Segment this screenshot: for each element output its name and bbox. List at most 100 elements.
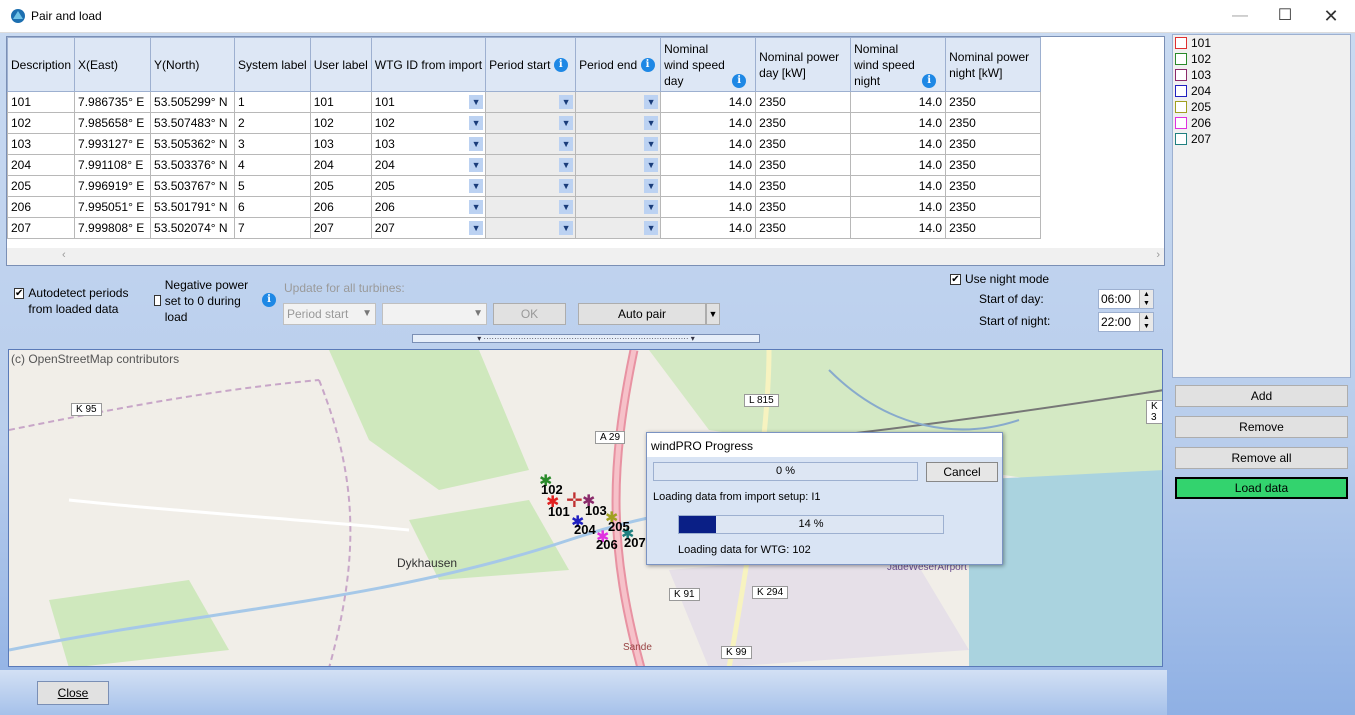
maximize-button[interactable]: ☐ <box>1262 0 1308 33</box>
cell-period-start[interactable]: ▼ <box>485 217 577 239</box>
chevron-down-icon[interactable]: ▼ <box>469 116 484 130</box>
cell-power-night[interactable]: 2350 <box>945 133 1042 155</box>
cell-user-label[interactable]: 101 <box>309 91 372 113</box>
info-icon[interactable]: i <box>262 293 276 307</box>
chevron-down-icon[interactable]: ▼ <box>469 95 484 109</box>
splitter-handle[interactable]: ▾ ······································… <box>412 334 760 343</box>
cell-speed-night[interactable]: 14.0 <box>850 217 947 239</box>
cell-user-label[interactable]: 204 <box>309 154 372 176</box>
cell-power-day[interactable]: 2350 <box>755 175 852 197</box>
cell-user-label[interactable]: 206 <box>309 196 372 218</box>
turbine-list[interactable]: 101 102 103 204 205 206 207 <box>1172 34 1351 378</box>
chevron-down-icon[interactable]: ▼ <box>644 179 659 193</box>
autodetect-checkbox[interactable]: ✔ Autodetect periods from loaded data <box>14 285 149 317</box>
scroll-left-icon[interactable]: ‹ <box>62 249 66 261</box>
col-period-end[interactable]: Period end i <box>575 37 662 92</box>
cell-description[interactable]: 103 <box>6 133 76 155</box>
cell-description[interactable]: 102 <box>6 112 76 134</box>
table-row[interactable]: 205 7.996919° E 53.503767° N 5 205 205 ▼ ▼ ▼ 14.0… <box>6 175 1042 197</box>
chevron-down-icon[interactable]: ▼ <box>559 200 574 214</box>
ok-button[interactable]: OK <box>493 303 566 325</box>
chevron-down-icon[interactable]: ▼ <box>469 179 484 193</box>
cell-speed-night[interactable]: 14.0 <box>850 196 947 218</box>
chevron-down-icon[interactable]: ▼ <box>559 179 574 193</box>
col-period-start[interactable]: Period start i <box>485 37 577 92</box>
chevron-down-icon[interactable]: ▼ <box>644 221 659 235</box>
cell-speed-day[interactable]: 14.0 <box>660 217 757 239</box>
cell-speed-day[interactable]: 14.0 <box>660 154 757 176</box>
chevron-down-icon[interactable]: ▼ <box>469 221 484 235</box>
close-button[interactable]: Close <box>37 681 109 705</box>
cell-user-label[interactable]: 205 <box>309 175 372 197</box>
cancel-button[interactable]: Cancel <box>926 462 998 482</box>
table-row[interactable]: 103 7.993127° E 53.505362° N 3 103 103 ▼ ▼ ▼ 14.0… <box>6 133 1042 155</box>
cell-system-label[interactable]: 4 <box>234 154 311 176</box>
cell-speed-night[interactable]: 14.0 <box>850 175 947 197</box>
cell-wtg-id[interactable]: 102 ▼ <box>370 112 487 134</box>
cell-power-day[interactable]: 2350 <box>755 112 852 134</box>
night-mode-checkbox[interactable]: ✔ Use night mode <box>950 271 1049 287</box>
cell-x-east[interactable]: 7.986735° E <box>74 91 152 113</box>
col-system-label[interactable]: System label <box>234 37 311 92</box>
info-icon[interactable]: i <box>553 58 568 73</box>
cell-period-end[interactable]: ▼ <box>575 217 662 239</box>
start-night-spinner[interactable]: 22:00 ▲ ▼ <box>1098 312 1154 332</box>
remove-all-button[interactable]: Remove all <box>1175 447 1348 469</box>
chevron-down-icon[interactable]: ▼ <box>559 137 574 151</box>
cell-user-label[interactable]: 102 <box>309 112 372 134</box>
cell-period-end[interactable]: ▼ <box>575 133 662 155</box>
info-icon[interactable]: i <box>640 58 655 73</box>
table-row[interactable]: 206 7.995051° E 53.501791° N 6 206 206 ▼ ▼ ▼ 14.0… <box>6 196 1042 218</box>
cell-period-start[interactable]: ▼ <box>485 133 577 155</box>
cell-wtg-id[interactable]: 101 ▼ <box>370 91 487 113</box>
cell-power-night[interactable]: 2350 <box>945 196 1042 218</box>
cell-speed-day[interactable]: 14.0 <box>660 112 757 134</box>
cell-period-start[interactable]: ▼ <box>485 91 577 113</box>
cell-y-north[interactable]: 53.507483° N <box>150 112 236 134</box>
chevron-down-icon[interactable]: ▼ <box>469 158 484 172</box>
chevron-down-icon[interactable]: ▼ <box>644 116 659 130</box>
negative-power-checkbox[interactable]: Negative power set to 0 during load <box>154 277 264 325</box>
chevron-down-icon[interactable]: ▼ <box>469 137 484 151</box>
cell-y-north[interactable]: 53.501791° N <box>150 196 236 218</box>
autodetect-box[interactable]: ✔ <box>14 288 25 299</box>
chevron-down-icon[interactable]: ▼ <box>559 116 574 130</box>
cell-x-east[interactable]: 7.993127° E <box>74 133 152 155</box>
cell-x-east[interactable]: 7.991108° E <box>74 154 152 176</box>
cell-user-label[interactable]: 207 <box>309 217 372 239</box>
cell-description[interactable]: 101 <box>6 91 76 113</box>
cell-system-label[interactable]: 3 <box>234 133 311 155</box>
table-row[interactable]: 204 7.991108° E 53.503376° N 4 204 204 ▼ ▼ ▼ 14.0… <box>6 154 1042 176</box>
cell-period-end[interactable]: ▼ <box>575 175 662 197</box>
list-item[interactable]: 204 <box>1173 83 1350 99</box>
list-item[interactable]: 205 <box>1173 99 1350 115</box>
cell-power-night[interactable]: 2350 <box>945 217 1042 239</box>
table-row[interactable]: 102 7.985658° E 53.507483° N 2 102 102 ▼ ▼ ▼ 14.0… <box>6 112 1042 134</box>
cell-speed-day[interactable]: 14.0 <box>660 196 757 218</box>
col-speed-night[interactable]: Nominal wind speed night i <box>850 37 947 92</box>
col-power-night[interactable]: Nominal power night [kW] <box>945 37 1042 92</box>
cell-speed-night[interactable]: 14.0 <box>850 112 947 134</box>
chevron-down-icon[interactable]: ▼ <box>644 200 659 214</box>
cell-speed-night[interactable]: 14.0 <box>850 133 947 155</box>
cell-period-end[interactable]: ▼ <box>575 154 662 176</box>
cell-power-day[interactable]: 2350 <box>755 154 852 176</box>
cell-x-east[interactable]: 7.995051° E <box>74 196 152 218</box>
list-item[interactable]: 206 <box>1173 115 1350 131</box>
cell-period-start[interactable]: ▼ <box>485 175 577 197</box>
cell-speed-night[interactable]: 14.0 <box>850 154 947 176</box>
col-x-east[interactable]: X(East) <box>74 37 152 92</box>
auto-pair-dropdown[interactable]: ▼ <box>706 303 720 325</box>
cell-system-label[interactable]: 1 <box>234 91 311 113</box>
minimize-button[interactable]: — <box>1217 0 1263 33</box>
cell-wtg-id[interactable]: 205 ▼ <box>370 175 487 197</box>
cell-speed-night[interactable]: 14.0 <box>850 91 947 113</box>
cell-speed-day[interactable]: 14.0 <box>660 175 757 197</box>
list-item[interactable]: 207 <box>1173 131 1350 147</box>
cell-x-east[interactable]: 7.985658° E <box>74 112 152 134</box>
start-day-spinner[interactable]: 06:00 ▲ ▼ <box>1098 289 1154 309</box>
list-item[interactable]: 101 <box>1173 35 1350 51</box>
cell-period-start[interactable]: ▼ <box>485 196 577 218</box>
chevron-down-icon[interactable]: ▼ <box>469 200 484 214</box>
scroll-right-icon[interactable]: › <box>1156 249 1160 261</box>
